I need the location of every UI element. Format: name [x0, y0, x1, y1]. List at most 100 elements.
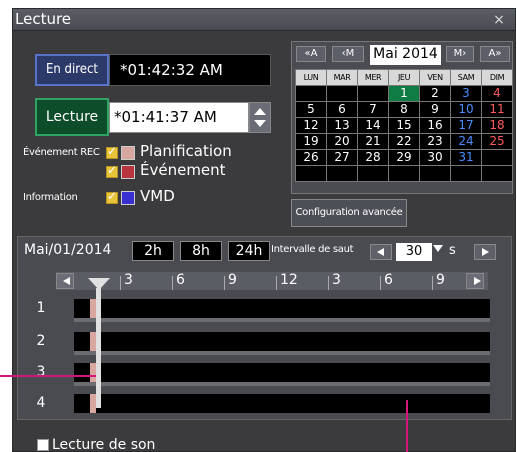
calendar-day[interactable]: 11	[482, 102, 512, 117]
spinner-up-icon[interactable]	[254, 108, 266, 115]
calendar-day[interactable]: 9	[420, 102, 450, 117]
calendar-day[interactable]: 7	[358, 102, 388, 117]
title-bar: Lecture ×	[13, 9, 515, 31]
event-checkbox[interactable]	[106, 163, 118, 178]
event-swatch	[121, 165, 135, 179]
calendar-day	[358, 86, 388, 101]
event-label: Événement	[140, 161, 226, 179]
playback-window: Lecture × En direct *01:42:32 AM Lecture…	[12, 8, 516, 452]
camera-track-1[interactable]	[74, 299, 490, 318]
hour-tick	[380, 276, 381, 290]
skip-interval-dropdown-icon[interactable]	[433, 245, 443, 252]
vmd-label: VMD	[140, 187, 175, 205]
calendar-day[interactable]: 29	[389, 150, 419, 165]
calendar-day	[389, 166, 419, 181]
hour-label: 12	[280, 272, 298, 288]
calendar-day[interactable]: 10	[451, 102, 481, 117]
skip-interval-label: Intervalle de saut	[271, 244, 354, 255]
zoom-2h-button[interactable]: 2h	[132, 241, 174, 261]
vmd-checkbox[interactable]	[106, 189, 118, 204]
calendar-day[interactable]: 23	[420, 134, 450, 149]
hour-label: 3	[332, 272, 341, 288]
calendar-day[interactable]: 21	[358, 134, 388, 149]
calendar-day[interactable]: 24	[451, 134, 481, 149]
zoom-8h-button[interactable]: 8h	[180, 241, 222, 261]
hour-label: 9	[436, 272, 445, 288]
camera-row-label: 3	[36, 364, 46, 380]
skip-interval-input[interactable]: 30	[396, 243, 432, 261]
calendar-day[interactable]: 15	[389, 118, 419, 133]
next-year-button[interactable]: A»	[480, 46, 510, 62]
hour-label: 6	[384, 272, 393, 288]
calendar-day[interactable]: 19	[296, 134, 326, 149]
close-icon[interactable]: ×	[491, 12, 507, 28]
skip-interval-unit: s	[449, 243, 456, 258]
calendar: «A ‹M Mai 2014 M› A» LUN MAR MER JEU VEN…	[291, 41, 513, 194]
calendar-day[interactable]: 12	[296, 118, 326, 133]
calendar-day	[451, 166, 481, 181]
calendar-day[interactable]: 2	[420, 86, 450, 101]
zoom-24h-button[interactable]: 24h	[228, 241, 270, 261]
time-spinner[interactable]	[249, 102, 271, 133]
weekday-header: MER	[358, 70, 388, 85]
calendar-day[interactable]: 26	[296, 150, 326, 165]
calendar-day[interactable]: 31	[451, 150, 481, 165]
weekday-header: JEU	[389, 70, 419, 85]
calendar-day[interactable]: 30	[420, 150, 450, 165]
hour-tick	[172, 276, 173, 290]
advanced-config-button[interactable]: Configuration avancée	[291, 199, 407, 227]
playback-button[interactable]: Lecture	[35, 98, 109, 136]
spinner-down-icon[interactable]	[254, 120, 266, 127]
calendar-day[interactable]: 4	[482, 86, 512, 101]
track-separator	[74, 318, 490, 322]
vmd-swatch	[121, 191, 135, 205]
prev-year-button[interactable]: «A	[296, 46, 326, 62]
calendar-day-selected[interactable]: 1	[389, 86, 419, 101]
calendar-day[interactable]: 25	[482, 134, 512, 149]
weekday-header: DIM	[482, 70, 512, 85]
camera-row-label: 2	[36, 333, 46, 349]
timeline-panel: Mai/01/2014 2h 8h 24h Intervalle de saut…	[17, 236, 512, 420]
calendar-day[interactable]: 13	[327, 118, 357, 133]
camera-row-label: 1	[36, 300, 46, 316]
calendar-day[interactable]: 20	[327, 134, 357, 149]
sound-playback-label: Lecture de son	[52, 437, 156, 452]
hour-tick	[276, 276, 277, 290]
timeline-date: Mai/01/2014	[24, 242, 112, 258]
playback-cursor-line[interactable]	[96, 288, 101, 408]
schedule-label: Planification	[140, 142, 232, 160]
prev-month-button[interactable]: ‹M	[332, 46, 364, 62]
hour-ruler: 3 6 9 12 3 6 9	[56, 272, 488, 290]
calendar-day[interactable]: 27	[327, 150, 357, 165]
playback-time-input[interactable]: *01:41:37 AM	[109, 102, 249, 133]
hour-tick	[328, 276, 329, 290]
hour-tick	[120, 276, 121, 290]
schedule-checkbox[interactable]	[106, 144, 118, 159]
calendar-day[interactable]: 16	[420, 118, 450, 133]
calendar-day[interactable]: 3	[451, 86, 481, 101]
calendar-day[interactable]: 6	[327, 102, 357, 117]
sound-playback-checkbox[interactable]	[37, 439, 49, 451]
calendar-day[interactable]: 8	[389, 102, 419, 117]
calendar-day[interactable]: 22	[389, 134, 419, 149]
hour-label: 6	[176, 272, 185, 288]
camera-track-2[interactable]	[74, 332, 490, 351]
live-time: *01:42:32 AM	[109, 54, 271, 86]
camera-track-4[interactable]	[74, 394, 490, 413]
calendar-day[interactable]: 17	[451, 118, 481, 133]
calendar-day	[296, 86, 326, 101]
camera-track-3[interactable]	[74, 363, 490, 382]
skip-forward-button[interactable]	[474, 244, 496, 260]
calendar-day	[482, 150, 512, 165]
calendar-day[interactable]: 5	[296, 102, 326, 117]
timeline-scroll-left-button[interactable]	[56, 273, 74, 289]
timeline-scroll-right-button[interactable]	[466, 273, 484, 289]
hour-tick	[224, 276, 225, 290]
skip-back-button[interactable]	[370, 244, 392, 260]
calendar-day[interactable]: 28	[358, 150, 388, 165]
calendar-day[interactable]: 14	[358, 118, 388, 133]
calendar-day	[482, 166, 512, 181]
next-month-button[interactable]: M›	[446, 46, 474, 62]
live-button[interactable]: En direct	[35, 54, 109, 86]
calendar-day[interactable]: 18	[482, 118, 512, 133]
